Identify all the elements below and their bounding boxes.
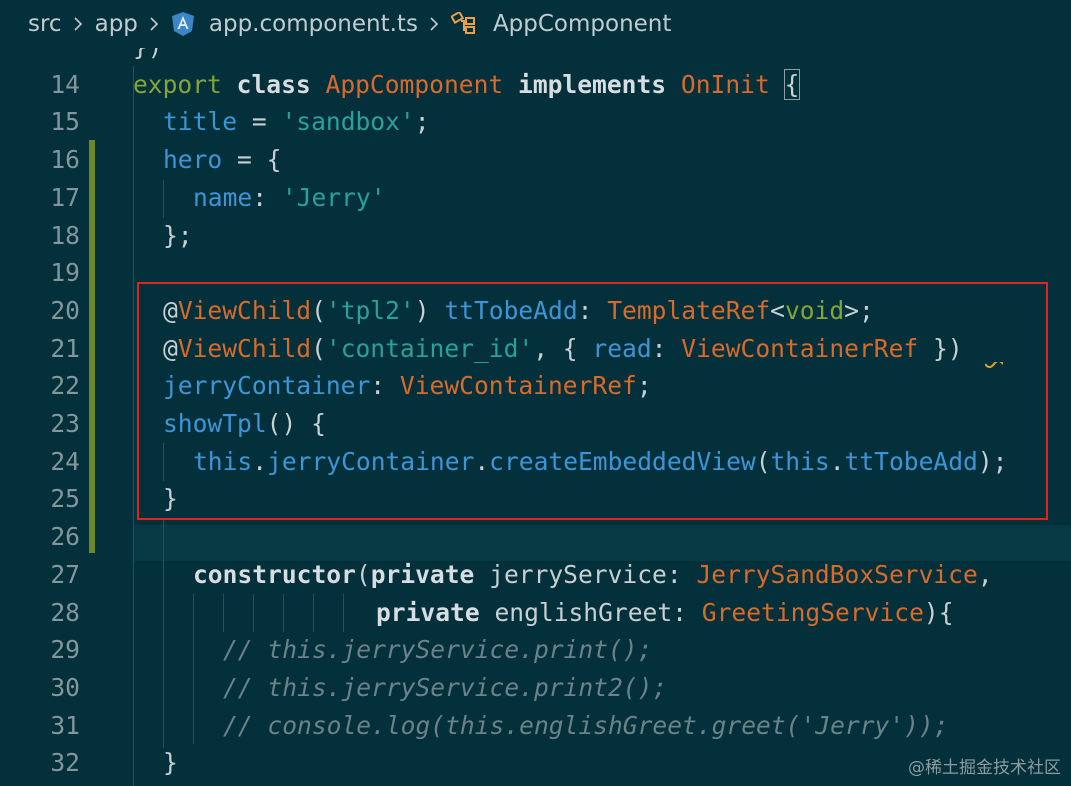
- token-keyword: implements: [518, 69, 667, 99]
- code-line: 30 // this.jerryService.print();: [0, 631, 1071, 702]
- code-line: 27: [0, 518, 1071, 589]
- code-comment: // this.jerryService.print2();: [223, 672, 668, 702]
- token-keyword: private: [376, 597, 480, 627]
- code-line: 31 // this.jerryService.print2();: [0, 669, 1071, 740]
- code-text: export class AppComponent implements OnI…: [133, 66, 801, 104]
- token-punctuation: ;: [414, 107, 430, 137]
- code-line: 15 export class AppComponent implements …: [0, 66, 1071, 136]
- class-symbol-icon: [450, 12, 475, 34]
- angular-icon: [171, 12, 194, 36]
- code-comment: // console.log(this.englishGreet.greet('…: [223, 710, 949, 740]
- token-class: JerrySandBoxService: [696, 559, 978, 589]
- breadcrumb-item-file[interactable]: app.component.ts: [171, 11, 418, 37]
- token-class: AppComponent: [325, 69, 504, 99]
- code-text: };: [163, 220, 193, 250]
- token-operator: =: [222, 145, 267, 175]
- token-keyword: class: [236, 69, 311, 99]
- token-class: GreetingService: [701, 597, 924, 627]
- code-text: hero = {: [163, 141, 281, 179]
- token-string: 'Jerry': [281, 182, 386, 212]
- token-identifier: englishGreet: [479, 597, 673, 627]
- breadcrumb-label: app: [94, 11, 138, 37]
- code-line: 32 // console.log(this.englishGreet.gree…: [0, 707, 1071, 778]
- breadcrumb-label: AppComponent: [492, 11, 672, 37]
- chevron-right-icon: [430, 17, 439, 31]
- code-text: title = 'sandbox';: [163, 103, 430, 141]
- code-editor[interactable]: 14 }) 15 export class AppComponent imple…: [0, 28, 1071, 786]
- code-text: private englishGreet: GreetingService){: [376, 594, 954, 632]
- code-text: name: 'Jerry': [193, 179, 386, 217]
- token-keyword: constructor: [193, 559, 356, 589]
- code-line: 29 private englishGreet: GreetingService…: [0, 594, 1071, 665]
- code-line: 16 title = 'sandbox';: [0, 103, 1071, 174]
- matched-bracket: {: [783, 68, 801, 100]
- token-punctuation: ){: [923, 597, 954, 627]
- token-identifier: jerryService: [474, 559, 667, 589]
- token-punctuation: ,: [977, 559, 993, 589]
- token-punctuation: (: [355, 559, 371, 589]
- breadcrumb-label: app.component.ts: [208, 11, 418, 37]
- token-keyword: private: [370, 559, 475, 589]
- breadcrumb: src app app.component.ts AppComponent: [0, 0, 1071, 48]
- token-property: title: [163, 107, 238, 137]
- token-class: OnInit: [680, 69, 770, 99]
- token-operator: :: [252, 182, 282, 212]
- breadcrumb-label: src: [28, 11, 62, 37]
- token-operator: =: [237, 107, 282, 137]
- code-line: 19 };: [0, 217, 1071, 288]
- token-punctuation: :: [672, 597, 702, 627]
- code-line: 18 name: 'Jerry': [0, 179, 1071, 250]
- chevron-right-icon: [150, 17, 159, 31]
- chevron-right-icon: [74, 17, 82, 31]
- red-highlight-box: [137, 282, 1048, 520]
- token-punctuation: {: [266, 145, 282, 175]
- code-line: 17 hero = {: [0, 141, 1071, 212]
- line-number: 33: [0, 782, 80, 786]
- token-punctuation: :: [666, 559, 697, 589]
- code-text: constructor(private jerryService: JerryS…: [193, 556, 993, 594]
- token-keyword: export: [133, 69, 222, 99]
- code-comment: // this.jerryService.print();: [223, 635, 653, 665]
- token-property: name: [193, 182, 253, 212]
- token-property: hero: [163, 145, 223, 175]
- token-string: 'sandbox': [281, 107, 415, 137]
- code-text: }: [163, 748, 178, 778]
- watermark: @稀土掘金技术社区: [908, 758, 1061, 778]
- breadcrumb-item-app[interactable]: app: [95, 11, 138, 37]
- breadcrumb-item-symbol[interactable]: AppComponent: [450, 11, 672, 37]
- code-line: 28 constructor(private jerryService: Jer…: [0, 556, 1071, 627]
- breadcrumb-item-src[interactable]: src: [28, 11, 62, 37]
